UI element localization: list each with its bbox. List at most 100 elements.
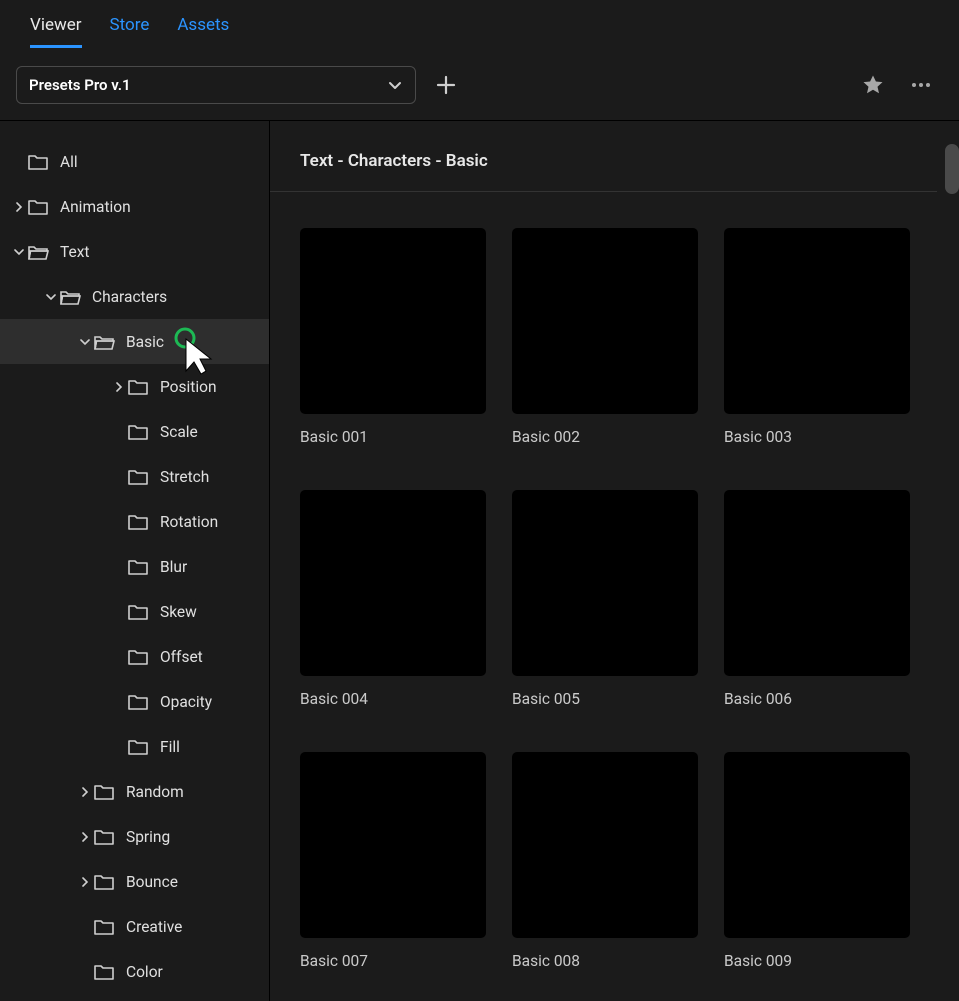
tree-item-fill[interactable]: Fill [0, 724, 269, 769]
tree-item-stretch[interactable]: Stretch [0, 454, 269, 499]
tree-item-label: Skew [160, 603, 197, 621]
folder-icon [92, 915, 116, 939]
preset-label: Basic 004 [300, 690, 486, 708]
tree-item-scale[interactable]: Scale [0, 409, 269, 454]
tree-item-label: Basic [126, 333, 164, 351]
folder-open-icon [26, 240, 50, 264]
tree-item-label: Position [160, 378, 217, 396]
preset-card[interactable]: Basic 003 [724, 228, 910, 446]
tab-assets[interactable]: Assets [177, 15, 229, 48]
preset-label: Basic 006 [724, 690, 910, 708]
preset-dropdown[interactable]: Presets Pro v.1 [16, 66, 416, 104]
tree-item-skew[interactable]: Skew [0, 589, 269, 634]
tree-item-label: Opacity [160, 693, 212, 711]
preset-thumbnail [300, 228, 486, 414]
sidebar: All Animation Text Characters Basic Position S… [0, 121, 270, 1001]
chevron-right-icon[interactable] [78, 877, 92, 887]
preset-thumbnail [512, 490, 698, 676]
folder-icon [126, 510, 150, 534]
chevron-down-icon[interactable] [78, 337, 92, 347]
tree-item-label: Rotation [160, 513, 218, 531]
chevron-down-icon[interactable] [44, 292, 58, 302]
tree-item-characters[interactable]: Characters [0, 274, 269, 319]
preset-card[interactable]: Basic 005 [512, 490, 698, 708]
tree-item-label: Spring [126, 828, 170, 846]
tree-item-label: All [60, 153, 78, 171]
tree-item-label: Text [60, 243, 89, 261]
folder-icon [126, 690, 150, 714]
folder-icon [126, 600, 150, 624]
folder-icon [92, 870, 116, 894]
folder-icon [92, 825, 116, 849]
add-button[interactable] [432, 71, 460, 99]
folder-icon [126, 555, 150, 579]
preset-card[interactable]: Basic 001 [300, 228, 486, 446]
tab-store[interactable]: Store [110, 15, 150, 48]
preset-card[interactable]: Basic 002 [512, 228, 698, 446]
more-button[interactable] [907, 71, 935, 99]
tree-item-bounce[interactable]: Bounce [0, 859, 269, 904]
preset-label: Basic 009 [724, 952, 910, 970]
preset-card[interactable]: Basic 009 [724, 752, 910, 970]
chevron-right-icon[interactable] [78, 787, 92, 797]
tree-item-animation[interactable]: Animation [0, 184, 269, 229]
tree-item-label: Stretch [160, 468, 209, 486]
tree-item-basic[interactable]: Basic [0, 319, 269, 364]
preset-label: Basic 003 [724, 428, 910, 446]
folder-icon [92, 960, 116, 984]
tree-item-label: Animation [60, 198, 131, 216]
preset-label: Basic 007 [300, 952, 486, 970]
tree-item-spring[interactable]: Spring [0, 814, 269, 859]
preset-label: Basic 001 [300, 428, 486, 446]
tree-item-position[interactable]: Position [0, 364, 269, 409]
chevron-down-icon[interactable] [12, 247, 26, 257]
folder-open-icon [92, 330, 116, 354]
preset-thumbnail [724, 490, 910, 676]
tree-item-label: Fill [160, 738, 180, 756]
tab-viewer[interactable]: Viewer [30, 15, 82, 48]
preset-card[interactable]: Basic 008 [512, 752, 698, 970]
preset-thumbnail [300, 752, 486, 938]
tree-item-label: Blur [160, 558, 187, 576]
tree-item-all[interactable]: All [0, 139, 269, 184]
tree-item-text[interactable]: Text [0, 229, 269, 274]
tree-item-blur[interactable]: Blur [0, 544, 269, 589]
folder-icon [126, 645, 150, 669]
chevron-right-icon[interactable] [78, 832, 92, 842]
tree-item-label: Creative [126, 918, 182, 936]
tree-item-color[interactable]: Color [0, 949, 269, 994]
chevron-right-icon[interactable] [112, 382, 126, 392]
main-split: All Animation Text Characters Basic Position S… [0, 120, 959, 1001]
folder-icon [26, 195, 50, 219]
preset-card[interactable]: Basic 007 [300, 752, 486, 970]
preset-label: Basic 002 [512, 428, 698, 446]
content-panel: Text - Characters - Basic Basic 001Basic… [270, 121, 959, 1001]
toolbar: Presets Pro v.1 [0, 50, 959, 120]
folder-icon [126, 420, 150, 444]
tree-item-offset[interactable]: Offset [0, 634, 269, 679]
tree-item-creative[interactable]: Creative [0, 904, 269, 949]
folder-icon [126, 735, 150, 759]
tree-item-label: Bounce [126, 873, 178, 891]
tree-item-opacity[interactable]: Opacity [0, 679, 269, 724]
tree-item-rotation[interactable]: Rotation [0, 499, 269, 544]
tree-item-random[interactable]: Random [0, 769, 269, 814]
folder-icon [26, 150, 50, 174]
tree-item-label: Characters [92, 288, 167, 306]
preset-label: Basic 005 [512, 690, 698, 708]
folder-icon [126, 465, 150, 489]
preset-thumbnail [724, 752, 910, 938]
tree-item-label: Color [126, 963, 163, 981]
top-nav: Viewer Store Assets [0, 0, 959, 50]
favorite-button[interactable] [859, 71, 887, 99]
preset-card[interactable]: Basic 006 [724, 490, 910, 708]
preset-thumbnail [300, 490, 486, 676]
preset-dropdown-value: Presets Pro v.1 [29, 76, 131, 94]
scrollbar-thumb[interactable] [945, 144, 959, 194]
tree-item-label: Scale [160, 423, 198, 441]
tree-item-label: Random [126, 783, 184, 801]
chevron-right-icon[interactable] [12, 202, 26, 212]
preset-card[interactable]: Basic 004 [300, 490, 486, 708]
preset-thumbnail [724, 228, 910, 414]
preset-thumbnail [512, 752, 698, 938]
